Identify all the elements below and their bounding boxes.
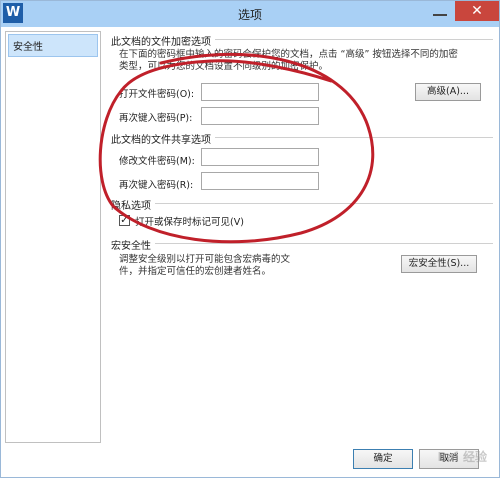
baidu-watermark: Bai 经验 — [437, 450, 487, 464]
privacy-heading: 隐私选项 — [111, 197, 155, 212]
reenter-open-password-field[interactable] — [201, 107, 319, 125]
encryption-description-1: 在下面的密码框中输入的密码会保护您的文档，点击 “高级” 按钮选择不同的加密 — [119, 49, 458, 60]
options-dialog: W 选项 ✕ 安全性 此文档的文件加密选项 在下面的密码框中输入的密码会保护您的… — [0, 0, 500, 478]
group-divider — [111, 203, 493, 204]
dialog-footer: 确定 取消 — [1, 445, 499, 477]
reenter-open-password-label: 再次键入密码(P): — [119, 113, 193, 124]
title-bar[interactable]: W 选项 ✕ — [1, 1, 499, 27]
ok-button[interactable]: 确定 — [353, 449, 413, 469]
group-divider — [111, 243, 493, 244]
reenter-modify-password-field[interactable] — [201, 172, 319, 190]
macro-description-2: 件，并指定可信任的宏创建者姓名。 — [119, 266, 272, 277]
modify-password-field[interactable] — [201, 148, 319, 166]
modify-password-label: 修改文件密码(M): — [119, 156, 195, 167]
macro-description-1: 调整安全级别以打开可能包含宏病毒的文 — [119, 254, 291, 265]
advanced-button[interactable]: 高级(A)... — [415, 83, 481, 101]
open-password-label: 打开文件密码(O): — [119, 89, 195, 100]
encryption-description-2: 类型，可以为您的文档设置不同级别的加密保护。 — [119, 61, 329, 72]
macro-heading: 宏安全性 — [111, 237, 155, 252]
encryption-heading: 此文档的文件加密选项 — [111, 33, 215, 48]
security-panel: 此文档的文件加密选项 在下面的密码框中输入的密码会保护您的文档，点击 “高级” … — [105, 31, 497, 443]
open-password-field[interactable] — [201, 83, 319, 101]
macro-security-button[interactable]: 宏安全性(S)... — [401, 255, 477, 273]
close-button[interactable]: ✕ — [455, 1, 499, 21]
dialog-title: 选项 — [237, 8, 262, 22]
minimize-icon[interactable] — [433, 14, 447, 16]
sidebar-item-security[interactable]: 安全性 — [8, 34, 98, 57]
options-sidebar: 安全性 — [5, 31, 101, 443]
mark-visible-checkbox[interactable]: ✓ — [119, 215, 130, 226]
mark-visible-label[interactable]: 打开或保存时标记可见(V) — [135, 214, 244, 228]
sharing-heading: 此文档的文件共享选项 — [111, 131, 215, 146]
reenter-modify-password-label: 再次键入密码(R): — [119, 180, 194, 191]
